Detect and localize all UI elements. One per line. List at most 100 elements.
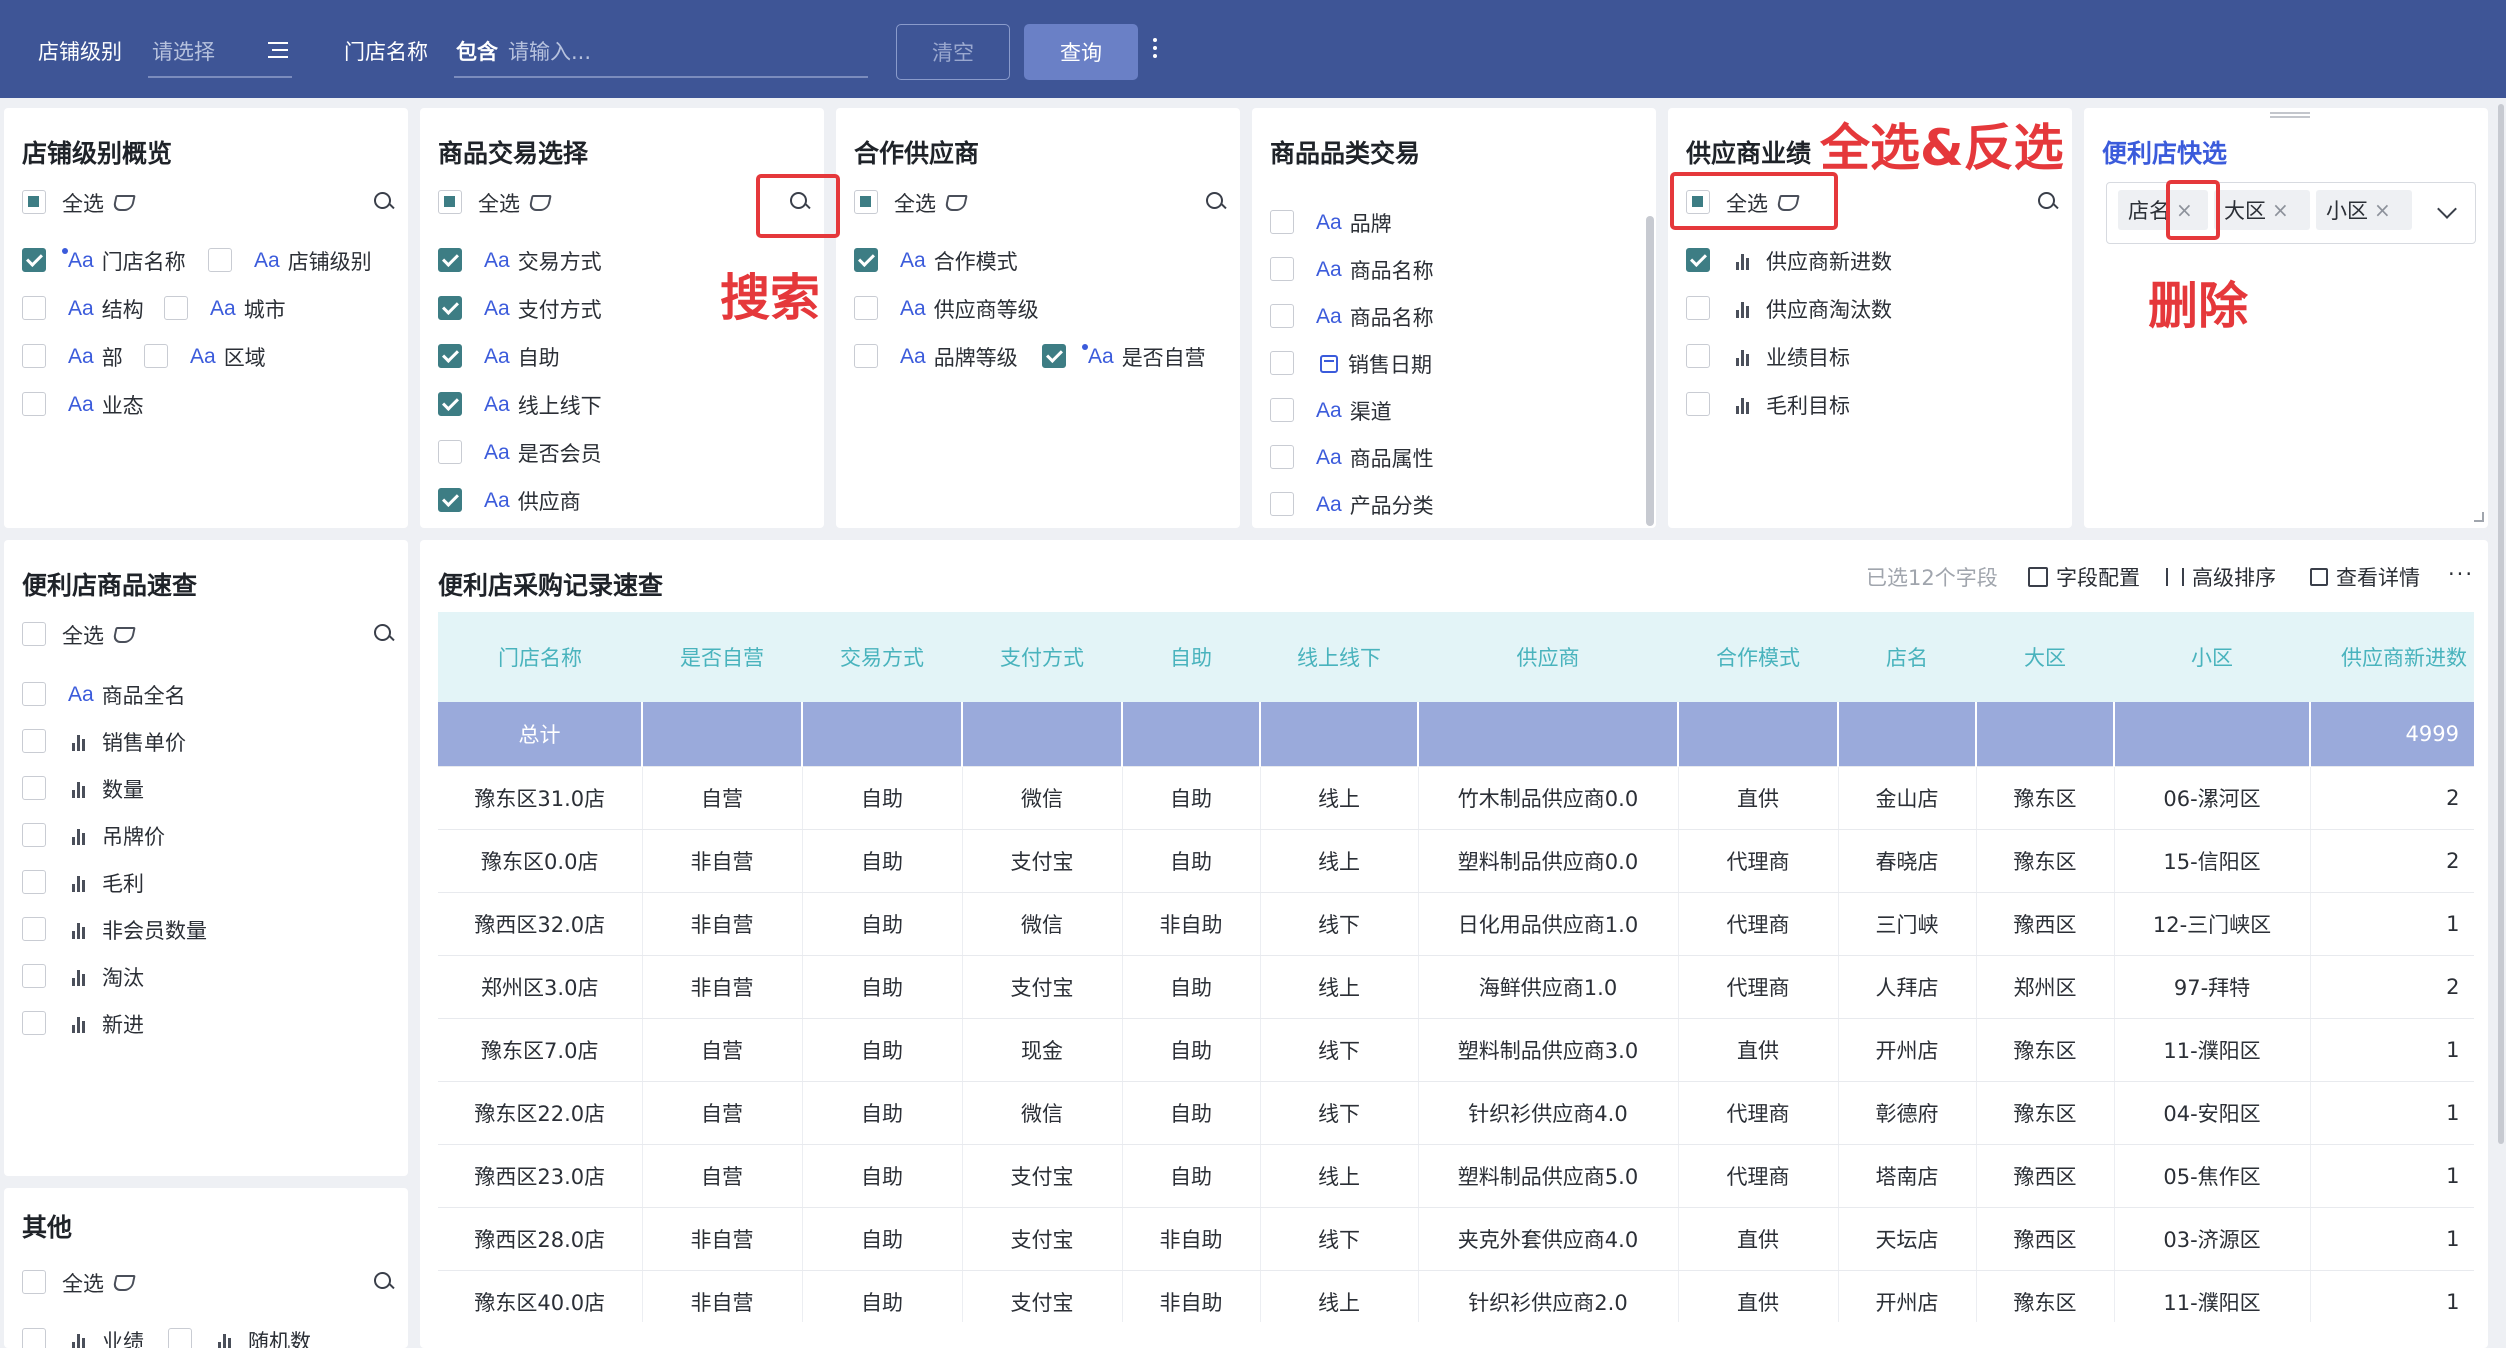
table-row[interactable]: 豫东区40.0店 非自营 自助 支付宝 非自助 线上 针织衫供应商2.0 直供 开州店 豫东区 11… [438, 1270, 2474, 1322]
field-item[interactable]: Aa 结构 [68, 294, 144, 324]
close-icon[interactable]: × [2272, 198, 2289, 222]
column-header[interactable]: 店名 [1838, 612, 1976, 702]
field-item[interactable]: Aa 店铺级别 [254, 246, 372, 276]
field-checkbox[interactable] [438, 296, 462, 320]
field-checkbox[interactable] [22, 964, 46, 988]
field-checkbox[interactable] [438, 440, 462, 464]
field-checkbox[interactable] [1270, 398, 1294, 422]
field-checkbox[interactable] [22, 1328, 46, 1348]
field-checkbox[interactable] [1270, 445, 1294, 469]
field-checkbox[interactable] [1042, 344, 1066, 368]
field-checkbox[interactable] [208, 248, 232, 272]
field-item[interactable]: Aa 交易方式 [484, 246, 602, 276]
field-checkbox[interactable] [1686, 296, 1710, 320]
field-item[interactable]: Aa 商品名称 [1316, 255, 1434, 285]
field-item[interactable]: Aa 是否会员 [484, 438, 602, 468]
select-all-toggle[interactable]: 全选 [894, 188, 968, 218]
table-row[interactable]: 豫西区28.0店 非自营 自助 支付宝 非自助 线下 夹克外套供应商4.0 直供 天坛店 豫西区 0… [438, 1207, 2474, 1271]
field-item[interactable]: Aa 门店名称 [68, 246, 186, 276]
field-item[interactable]: Aa 业态 [68, 390, 144, 420]
field-item[interactable]: Aa 产品分类 [1316, 490, 1434, 520]
field-checkbox[interactable] [22, 870, 46, 894]
field-checkbox[interactable] [438, 344, 462, 368]
field-checkbox[interactable] [1686, 392, 1710, 416]
field-item[interactable]: Aa 区域 [190, 342, 266, 372]
field-item[interactable]: 毛利 [72, 868, 144, 898]
more-horizontal-icon[interactable]: ··· [2448, 562, 2474, 586]
field-item[interactable]: 非会员数量 [72, 915, 207, 945]
drag-handle[interactable] [2270, 112, 2310, 118]
field-checkbox[interactable] [22, 823, 46, 847]
store-name-input[interactable]: 请输入... [508, 36, 591, 66]
field-checkbox[interactable] [22, 682, 46, 706]
field-item[interactable]: Aa 城市 [210, 294, 286, 324]
field-item[interactable]: 供应商淘汰数 [1736, 294, 1892, 324]
field-checkbox[interactable] [22, 729, 46, 753]
column-header[interactable]: 小区 [2114, 612, 2310, 702]
field-item[interactable]: Aa 自助 [484, 342, 560, 372]
column-header[interactable]: 大区 [1976, 612, 2114, 702]
field-item[interactable]: Aa 部 [68, 342, 123, 372]
field-item[interactable]: Aa 品牌等级 [900, 342, 1018, 372]
field-item[interactable]: Aa 线上线下 [484, 390, 602, 420]
field-checkbox[interactable] [1270, 492, 1294, 516]
table-row[interactable]: 郑州区3.0店 非自营 自助 支付宝 自助 线上 海鲜供应商1.0 代理商 人拜店 郑州区 97-拜… [438, 955, 2474, 1019]
field-item[interactable]: 销售日期 [1320, 349, 1432, 379]
field-item[interactable]: Aa 商品属性 [1316, 443, 1434, 473]
page-scrollbar[interactable] [2498, 104, 2504, 1144]
column-header[interactable]: 交易方式 [802, 612, 962, 702]
field-checkbox[interactable] [1270, 351, 1294, 375]
column-header[interactable]: 支付方式 [962, 612, 1122, 702]
field-checkbox[interactable] [854, 248, 878, 272]
field-checkbox[interactable] [438, 488, 462, 512]
select-all-checkbox[interactable] [22, 190, 46, 214]
field-item[interactable]: Aa 供应商等级 [900, 294, 1039, 324]
close-icon[interactable]: × [2374, 198, 2391, 222]
column-header[interactable]: 合作模式 [1678, 612, 1838, 702]
field-item[interactable]: Aa 是否自营 [1088, 342, 1206, 372]
invert-filter-icon[interactable] [944, 195, 968, 211]
field-item[interactable]: 销售单价 [72, 727, 186, 757]
select-all-toggle[interactable]: 全选 [62, 620, 136, 650]
select-all-toggle[interactable]: 全选 [62, 1268, 136, 1298]
field-item[interactable]: 随机数 [218, 1326, 311, 1348]
store-level-select[interactable]: 请选择 [152, 36, 215, 66]
panel-title[interactable]: 便利店快选 [2102, 134, 2227, 170]
field-checkbox[interactable] [854, 344, 878, 368]
search-icon[interactable] [374, 624, 394, 644]
field-checkbox[interactable] [144, 344, 168, 368]
field-checkbox[interactable] [168, 1328, 192, 1348]
search-icon[interactable] [2038, 192, 2058, 212]
column-header[interactable]: 门店名称 [438, 612, 642, 702]
query-button[interactable]: 查询 [1024, 24, 1138, 80]
field-item[interactable]: 数量 [72, 774, 144, 804]
field-checkbox[interactable] [1270, 210, 1294, 234]
column-header[interactable]: 线上线下 [1260, 612, 1418, 702]
table-row[interactable]: 豫西区23.0店 自营 自助 支付宝 自助 线上 塑料制品供应商5.0 代理商 塔南店 豫西区 05… [438, 1144, 2474, 1208]
column-header[interactable]: 自助 [1122, 612, 1260, 702]
field-item[interactable]: Aa 支付方式 [484, 294, 602, 324]
field-item[interactable]: Aa 商品全名 [68, 680, 186, 710]
field-item[interactable]: Aa 商品名称 [1316, 302, 1434, 332]
field-checkbox[interactable] [164, 296, 188, 320]
table-row[interactable]: 豫东区7.0店 自营 自助 现金 自助 线下 塑料制品供应商3.0 直供 开州店 豫东区 11-濮阳… [438, 1018, 2474, 1082]
match-mode-select[interactable]: 包含 [456, 36, 498, 66]
field-checkbox[interactable] [1686, 344, 1710, 368]
field-checkbox[interactable] [1686, 248, 1710, 272]
field-checkbox[interactable] [22, 776, 46, 800]
invert-filter-icon[interactable] [112, 195, 136, 211]
table-row[interactable]: 豫东区22.0店 自营 自助 微信 自助 线下 针织衫供应商4.0 代理商 彰德府 豫东区 04-安… [438, 1081, 2474, 1145]
select-all-toggle[interactable]: 全选 [62, 188, 136, 218]
column-header[interactable]: 供应商新进数 [2310, 612, 2474, 702]
select-all-checkbox[interactable] [22, 1270, 46, 1294]
invert-filter-icon[interactable] [528, 195, 552, 211]
select-all-checkbox[interactable] [22, 622, 46, 646]
table-row[interactable]: 豫西区32.0店 非自营 自助 微信 非自助 线下 日化用品供应商1.0 代理商 三门峡 豫西区 1… [438, 892, 2474, 956]
field-checkbox[interactable] [22, 1011, 46, 1035]
table-row[interactable]: 豫东区31.0店 自营 自助 微信 自助 线上 竹木制品供应商0.0 直供 金山店 豫东区 06-漯… [438, 766, 2474, 830]
select-all-checkbox[interactable] [854, 190, 878, 214]
field-checkbox[interactable] [22, 248, 46, 272]
field-item[interactable]: Aa 品牌 [1316, 208, 1392, 238]
advanced-sort-button[interactable]: 高级排序 [2166, 562, 2276, 592]
search-icon[interactable] [374, 1272, 394, 1292]
